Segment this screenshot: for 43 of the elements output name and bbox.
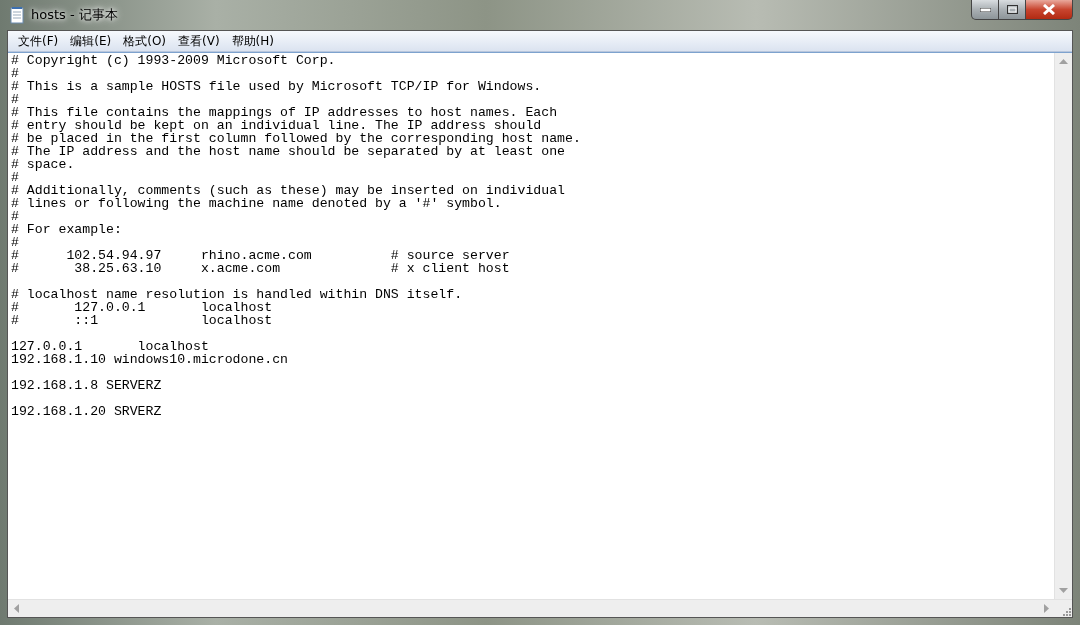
maximize-icon <box>1006 5 1018 14</box>
text-line: # This file contains the mappings of IP addresses to host names. Each <box>11 106 558 119</box>
vertical-scrollbar[interactable] <box>1054 53 1072 599</box>
menu-item[interactable]: 格式(O) <box>117 32 173 50</box>
minimize-icon <box>979 7 991 12</box>
resize-grip-icon[interactable] <box>1060 605 1072 617</box>
text-line: # entry should be kept on an individual line. The IP address should <box>11 119 542 132</box>
text-line: 127.0.0.1 localhost <box>11 340 209 353</box>
notepad-icon <box>9 6 25 24</box>
maximize-button[interactable] <box>999 0 1026 20</box>
text-line: # The IP address and the host name should be separated by at least one <box>11 145 565 158</box>
text-line: # <box>11 210 19 223</box>
text-line: # This is a sample HOSTS file used by Microsoft TCP/IP for Windows. <box>11 80 542 93</box>
text-line: # For example: <box>11 223 122 236</box>
text-line: # 38.25.63.10 x.acme.com # x client host <box>11 262 510 275</box>
text-line: # <box>11 93 19 106</box>
scroll-right-icon[interactable] <box>1042 604 1051 613</box>
scroll-left-icon[interactable] <box>12 604 21 613</box>
scroll-up-icon[interactable] <box>1059 57 1068 66</box>
text-line: # ::1 localhost <box>11 314 273 327</box>
text-line: 192.168.1.10 windows10.microdone.cn <box>11 353 288 366</box>
menu-item[interactable]: 帮助(H) <box>225 32 280 50</box>
text-line: 192.168.1.20 SRVERZ <box>11 405 162 418</box>
menu-item[interactable]: 查看(V) <box>172 32 226 50</box>
minimize-button[interactable] <box>971 0 999 20</box>
text-line: # be placed in the first column followed by the corresponding host name. <box>11 132 581 145</box>
text-line: # <box>11 236 19 249</box>
text-line: # <box>11 67 19 80</box>
text-line: # Copyright (c) 1993-2009 Microsoft Corp. <box>11 54 336 67</box>
text-line: # <box>11 171 19 184</box>
close-button[interactable] <box>1026 0 1073 20</box>
text-line: # lines or following the machine name denoted by a '#' symbol. <box>11 197 502 210</box>
text-line: 192.168.1.8 SERVERZ <box>11 379 162 392</box>
text-line: # 102.54.94.97 rhino.acme.com # source server <box>11 249 510 262</box>
text-line: # localhost name resolution is handled within DNS itself. <box>11 288 463 301</box>
text-line: # 127.0.0.1 localhost <box>11 301 273 314</box>
menu-item[interactable]: 编辑(E) <box>64 32 118 50</box>
menu-item[interactable]: 文件(F) <box>12 32 65 50</box>
text-line: # space. <box>11 158 75 171</box>
window-title: hosts - 记事本 <box>31 6 118 24</box>
scroll-down-icon[interactable] <box>1059 586 1068 595</box>
close-icon <box>1042 4 1056 15</box>
text-line: # Additionally, comments (such as these) may be inserted on individual <box>11 184 565 197</box>
